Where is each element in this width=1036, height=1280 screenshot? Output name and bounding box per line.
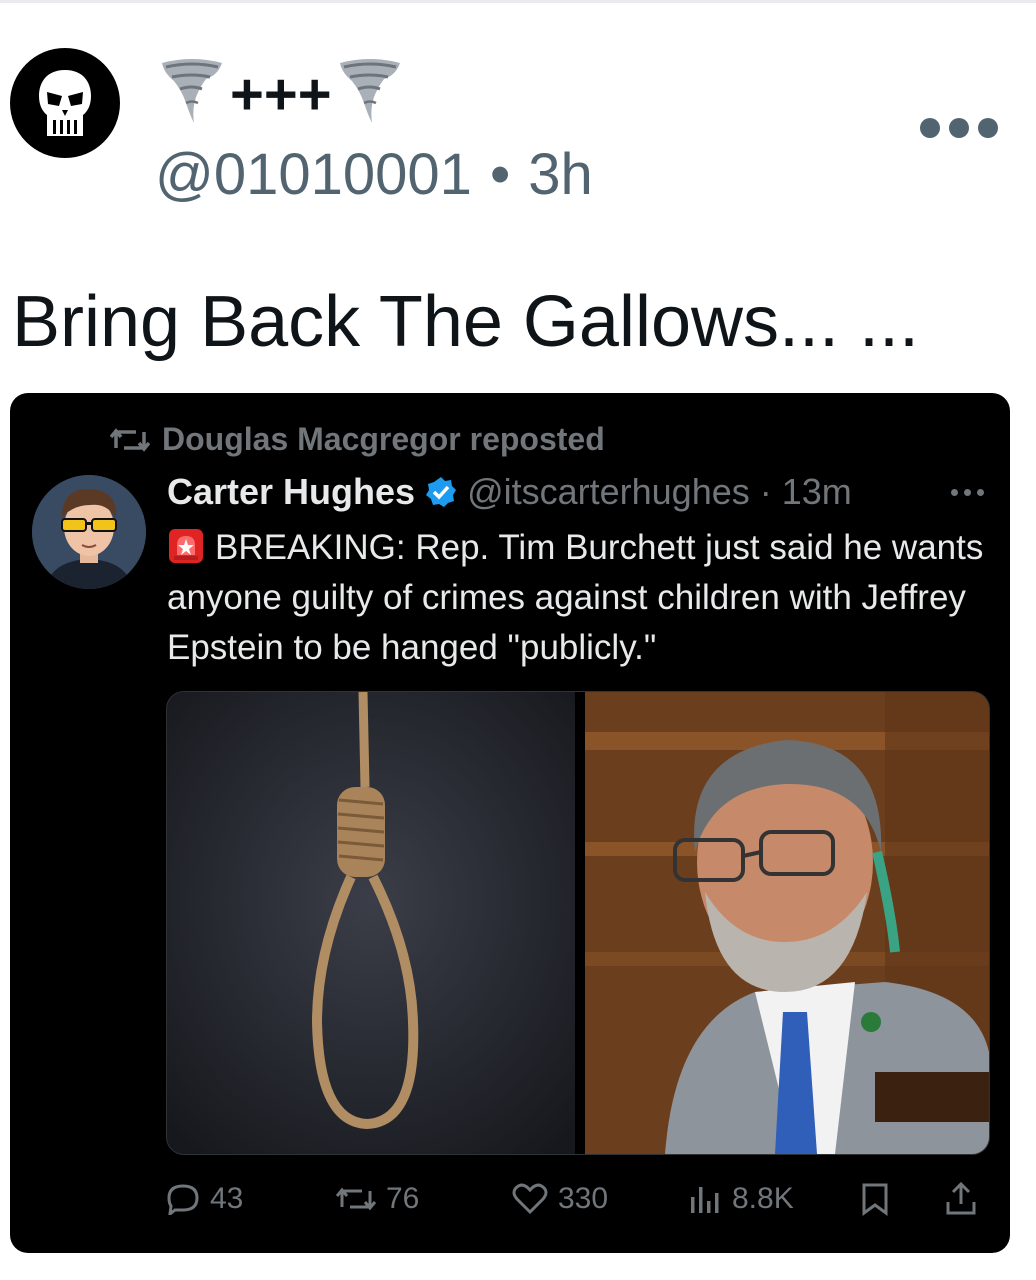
embedded-separator: · [759,471,772,512]
embedded-tweet-text: BREAKING: Rep. Tim Burchett just said he… [167,523,987,673]
repost-icon [336,1187,376,1211]
skull-icon [39,70,91,136]
verified-badge-icon [426,477,457,507]
post-text: Bring Back The Gallows... ... [12,282,920,362]
more-dot [977,489,984,496]
reply-icon [167,1184,199,1215]
embedded-author-name: Carter Hughes [167,471,416,512]
embedded-image[interactable]: Douglas Macgregor reposted Carter Hughes… [10,393,1010,1253]
view-count: 8.8K [732,1182,794,1215]
repost-label: Douglas Macgregor reposted [162,421,605,457]
siren-icon [169,529,203,563]
more-dot [920,118,940,138]
media-divider [575,692,585,1154]
more-dot [978,118,998,138]
post-time[interactable]: 3h [528,146,593,204]
views-icon [691,1187,719,1213]
bookmark-icon [862,1183,888,1216]
embedded-bookmark [860,1179,890,1219]
handle-and-time: @01010001 • 3h [155,146,593,204]
embedded-time: 13m [781,471,852,512]
tweet-media [166,691,990,1155]
like-count: 330 [558,1182,609,1215]
embedded-action-bar: 43 76 330 8.8K [166,1179,996,1219]
embedded-author-avatar [32,475,146,589]
tornado-icon [162,59,222,123]
repost-indicator: Douglas Macgregor reposted [110,421,605,458]
tornado-icon [339,59,400,123]
embedded-more-icon [951,489,984,496]
separator-dot: • [489,142,511,207]
more-dot [949,118,969,138]
more-options-button[interactable] [920,118,998,138]
embedded-like-count: 330 [512,1179,608,1219]
repost-count: 76 [386,1182,420,1215]
embedded-share [944,1179,978,1219]
embedded-author-handle: @itscarterhughes [467,471,750,512]
embedded-repost-count: 76 [336,1179,419,1219]
embedded-view-count: 8.8K [688,1179,794,1219]
share-icon [946,1182,976,1215]
author-display-name[interactable]: +++ [160,55,402,135]
tweet-body: BREAKING: Rep. Tim Burchett just said he… [167,528,984,667]
top-divider [0,0,1036,3]
cartoon-portrait-icon [32,475,146,589]
repost-icon [110,427,150,452]
author-handle[interactable]: @01010001 [155,146,472,204]
congressman-photo [585,692,989,1154]
display-name-text: +++ [230,62,332,127]
more-dot [951,489,958,496]
author-avatar[interactable] [10,48,120,158]
embedded-tweet-header: Carter Hughes @itscarterhughes · 13m [167,471,990,513]
noose-photo [167,692,575,1154]
heart-icon [512,1183,548,1215]
reply-count: 43 [210,1182,244,1215]
embedded-reply-count: 43 [166,1179,243,1219]
more-dot [964,489,971,496]
